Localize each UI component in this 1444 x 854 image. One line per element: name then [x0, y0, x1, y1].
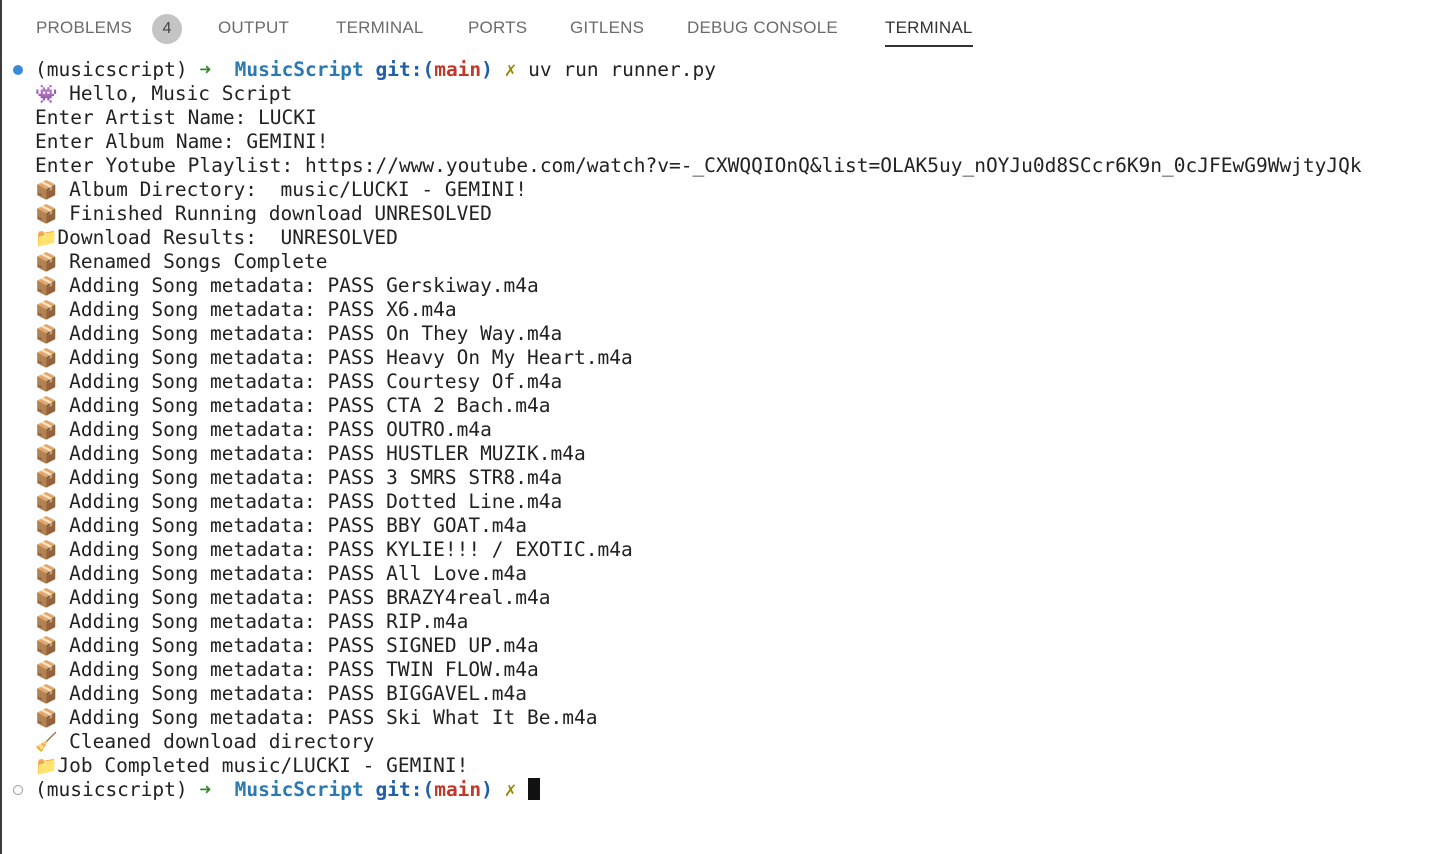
terminal-line-text: Enter Yotube Playlist: https://www.youtu…: [35, 154, 1362, 177]
terminal-line: 📦 Adding Song metadata: PASS Dotted Line…: [35, 490, 562, 514]
terminal-line: 📦 Adding Song metadata: PASS RIP.m4a: [35, 610, 468, 634]
terminal-line-text: Adding Song metadata: PASS On They Way.m…: [69, 322, 563, 345]
prompt-line-current: (musicscript) ➜ MusicScript git:(main) ✗: [35, 778, 541, 802]
terminal-line: 📦 Adding Song metadata: PASS On They Way…: [35, 322, 562, 346]
terminal-line-text: Renamed Songs Complete: [69, 250, 328, 273]
package-icon: 📦: [35, 540, 58, 561]
package-icon: 📦: [35, 468, 58, 489]
terminal-line-text: Adding Song metadata: PASS SIGNED UP.m4a: [69, 634, 539, 657]
package-icon: 📦: [35, 492, 58, 513]
broom-icon: 🧹: [35, 732, 58, 753]
package-icon: 📦: [35, 180, 58, 201]
terminal-line-text: Adding Song metadata: PASS Ski What It B…: [69, 706, 598, 729]
terminal-line: 📦 Finished Running download UNRESOLVED: [35, 202, 492, 226]
terminal-line: 📦 Adding Song metadata: PASS 3 SMRS STR8…: [35, 466, 562, 490]
terminal-line: 📁Job Completed music/LUCKI - GEMINI!: [35, 754, 468, 778]
terminal-line: 📦 Adding Song metadata: PASS HUSTLER MUZ…: [35, 442, 586, 466]
terminal-line: 📦 Adding Song metadata: PASS TWIN FLOW.m…: [35, 658, 539, 682]
command-pending-dot-icon[interactable]: [13, 785, 23, 795]
package-icon: 📦: [35, 276, 58, 297]
tab-ports[interactable]: PORTS: [468, 18, 527, 46]
tab-output[interactable]: OUTPUT: [218, 18, 289, 46]
tab-problems[interactable]: PROBLEMS: [36, 18, 132, 46]
terminal-line: Enter Yotube Playlist: https://www.youtu…: [35, 154, 1362, 178]
terminal-line: Enter Artist Name: LUCKI: [35, 106, 317, 130]
terminal-line: 📦 Adding Song metadata: PASS Ski What It…: [35, 706, 597, 730]
terminal-line-text: Adding Song metadata: PASS Gerskiway.m4a: [69, 274, 539, 297]
package-icon: 📦: [35, 612, 58, 633]
terminal-line-text: Adding Song metadata: PASS Dotted Line.m…: [69, 490, 563, 513]
terminal-line-text: Adding Song metadata: PASS 3 SMRS STR8.m…: [69, 466, 563, 489]
terminal-line-text: Enter Album Name: GEMINI!: [35, 130, 329, 153]
terminal-line: 📦 Adding Song metadata: PASS BIGGAVEL.m4…: [35, 682, 527, 706]
terminal-line: 📦 Adding Song metadata: PASS SIGNED UP.m…: [35, 634, 539, 658]
terminal-line-text: Adding Song metadata: PASS TWIN FLOW.m4a: [69, 658, 539, 681]
terminal-line-text: Adding Song metadata: PASS BIGGAVEL.m4a: [69, 682, 528, 705]
package-icon: 📦: [35, 708, 58, 729]
terminal-line-text: Cleaned download directory: [69, 730, 375, 753]
package-icon: 📦: [35, 372, 58, 393]
terminal-line: 📦 Adding Song metadata: PASS BBY GOAT.m4…: [35, 514, 527, 538]
terminal-line-text: Hello, Music Script: [69, 82, 293, 105]
package-icon: 📦: [35, 420, 58, 441]
terminal-line-text: Adding Song metadata: PASS BBY GOAT.m4a: [69, 514, 528, 537]
terminal-line: 📦 Adding Song metadata: PASS Courtesy Of…: [35, 370, 562, 394]
package-icon: 📦: [35, 300, 58, 321]
package-icon: 📦: [35, 396, 58, 417]
terminal-line-text: Adding Song metadata: PASS All Love.m4a: [69, 562, 528, 585]
package-icon: 📦: [35, 516, 58, 537]
terminal-line-text: Album Directory: music/LUCKI - GEMINI!: [69, 178, 528, 201]
terminal-line-text: Download Results: UNRESOLVED: [57, 226, 398, 249]
panel-border: [0, 0, 2, 854]
terminal-line: 📦 Adding Song metadata: PASS CTA 2 Bach.…: [35, 394, 551, 418]
problems-count-badge: 4: [152, 14, 182, 44]
terminal-line: 🧹 Cleaned download directory: [35, 730, 374, 754]
package-icon: 📦: [35, 588, 58, 609]
terminal-line-text: Adding Song metadata: PASS Courtesy Of.m…: [69, 370, 563, 393]
package-icon: 📦: [35, 324, 58, 345]
terminal-line-text: Adding Song metadata: PASS BRAZY4real.m4…: [69, 586, 551, 609]
terminal-line: 👾 Hello, Music Script: [35, 82, 292, 106]
terminal-line-text: Adding Song metadata: PASS RIP.m4a: [69, 610, 469, 633]
terminal-line-text: Job Completed music/LUCKI - GEMINI!: [57, 754, 469, 777]
terminal-line-text: Adding Song metadata: PASS X6.m4a: [69, 298, 457, 321]
package-icon: 📦: [35, 204, 58, 225]
terminal-line: 📦 Renamed Songs Complete: [35, 250, 327, 274]
terminal-line-text: Adding Song metadata: PASS CTA 2 Bach.m4…: [69, 394, 551, 417]
terminal-line: 📦 Album Directory: music/LUCKI - GEMINI!: [35, 178, 527, 202]
terminal-line-text: Enter Artist Name: LUCKI: [35, 106, 317, 129]
terminal-line: 📦 Adding Song metadata: PASS Heavy On My…: [35, 346, 633, 370]
terminal-line: Enter Album Name: GEMINI!: [35, 130, 329, 154]
alien-icon: 👾: [35, 84, 58, 105]
terminal-line-text: Adding Song metadata: PASS KYLIE!!! / EX…: [69, 538, 633, 561]
tab-terminal[interactable]: TERMINAL: [336, 18, 424, 46]
package-icon: 📦: [35, 252, 58, 273]
terminal-line: 📁Download Results: UNRESOLVED: [35, 226, 398, 250]
terminal-line: 📦 Adding Song metadata: PASS All Love.m4…: [35, 562, 527, 586]
package-icon: 📦: [35, 636, 58, 657]
package-icon: 📦: [35, 684, 58, 705]
folder-icon: 📁: [35, 228, 58, 249]
terminal-line: 📦 Adding Song metadata: PASS Gerskiway.m…: [35, 274, 539, 298]
text-cursor: [528, 778, 541, 800]
terminal-line-text: Adding Song metadata: PASS HUSTLER MUZIK…: [69, 442, 586, 465]
terminal-line: 📦 Adding Song metadata: PASS OUTRO.m4a: [35, 418, 492, 442]
folder-icon: 📁: [35, 756, 58, 777]
prompt-line: (musicscript) ➜ MusicScript git:(main) ✗…: [35, 58, 717, 81]
package-icon: 📦: [35, 660, 58, 681]
terminal-line-text: Finished Running download UNRESOLVED: [69, 202, 492, 225]
tab-terminal-active[interactable]: TERMINAL: [885, 18, 973, 47]
tab-gitlens[interactable]: GITLENS: [570, 18, 644, 46]
terminal-line: 📦 Adding Song metadata: PASS BRAZY4real.…: [35, 586, 551, 610]
terminal-line: 📦 Adding Song metadata: PASS KYLIE!!! / …: [35, 538, 633, 562]
terminal-line-text: Adding Song metadata: PASS Heavy On My H…: [69, 346, 633, 369]
package-icon: 📦: [35, 444, 58, 465]
terminal-line: 📦 Adding Song metadata: PASS X6.m4a: [35, 298, 457, 322]
panel-tab-bar: PROBLEMS 4 OUTPUT TERMINAL PORTS GITLENS…: [0, 0, 1444, 52]
terminal-line-text: Adding Song metadata: PASS OUTRO.m4a: [69, 418, 492, 441]
tab-debug-console[interactable]: DEBUG CONSOLE: [687, 18, 838, 46]
command-success-dot-icon[interactable]: [13, 65, 23, 75]
package-icon: 📦: [35, 348, 58, 369]
package-icon: 📦: [35, 564, 58, 585]
